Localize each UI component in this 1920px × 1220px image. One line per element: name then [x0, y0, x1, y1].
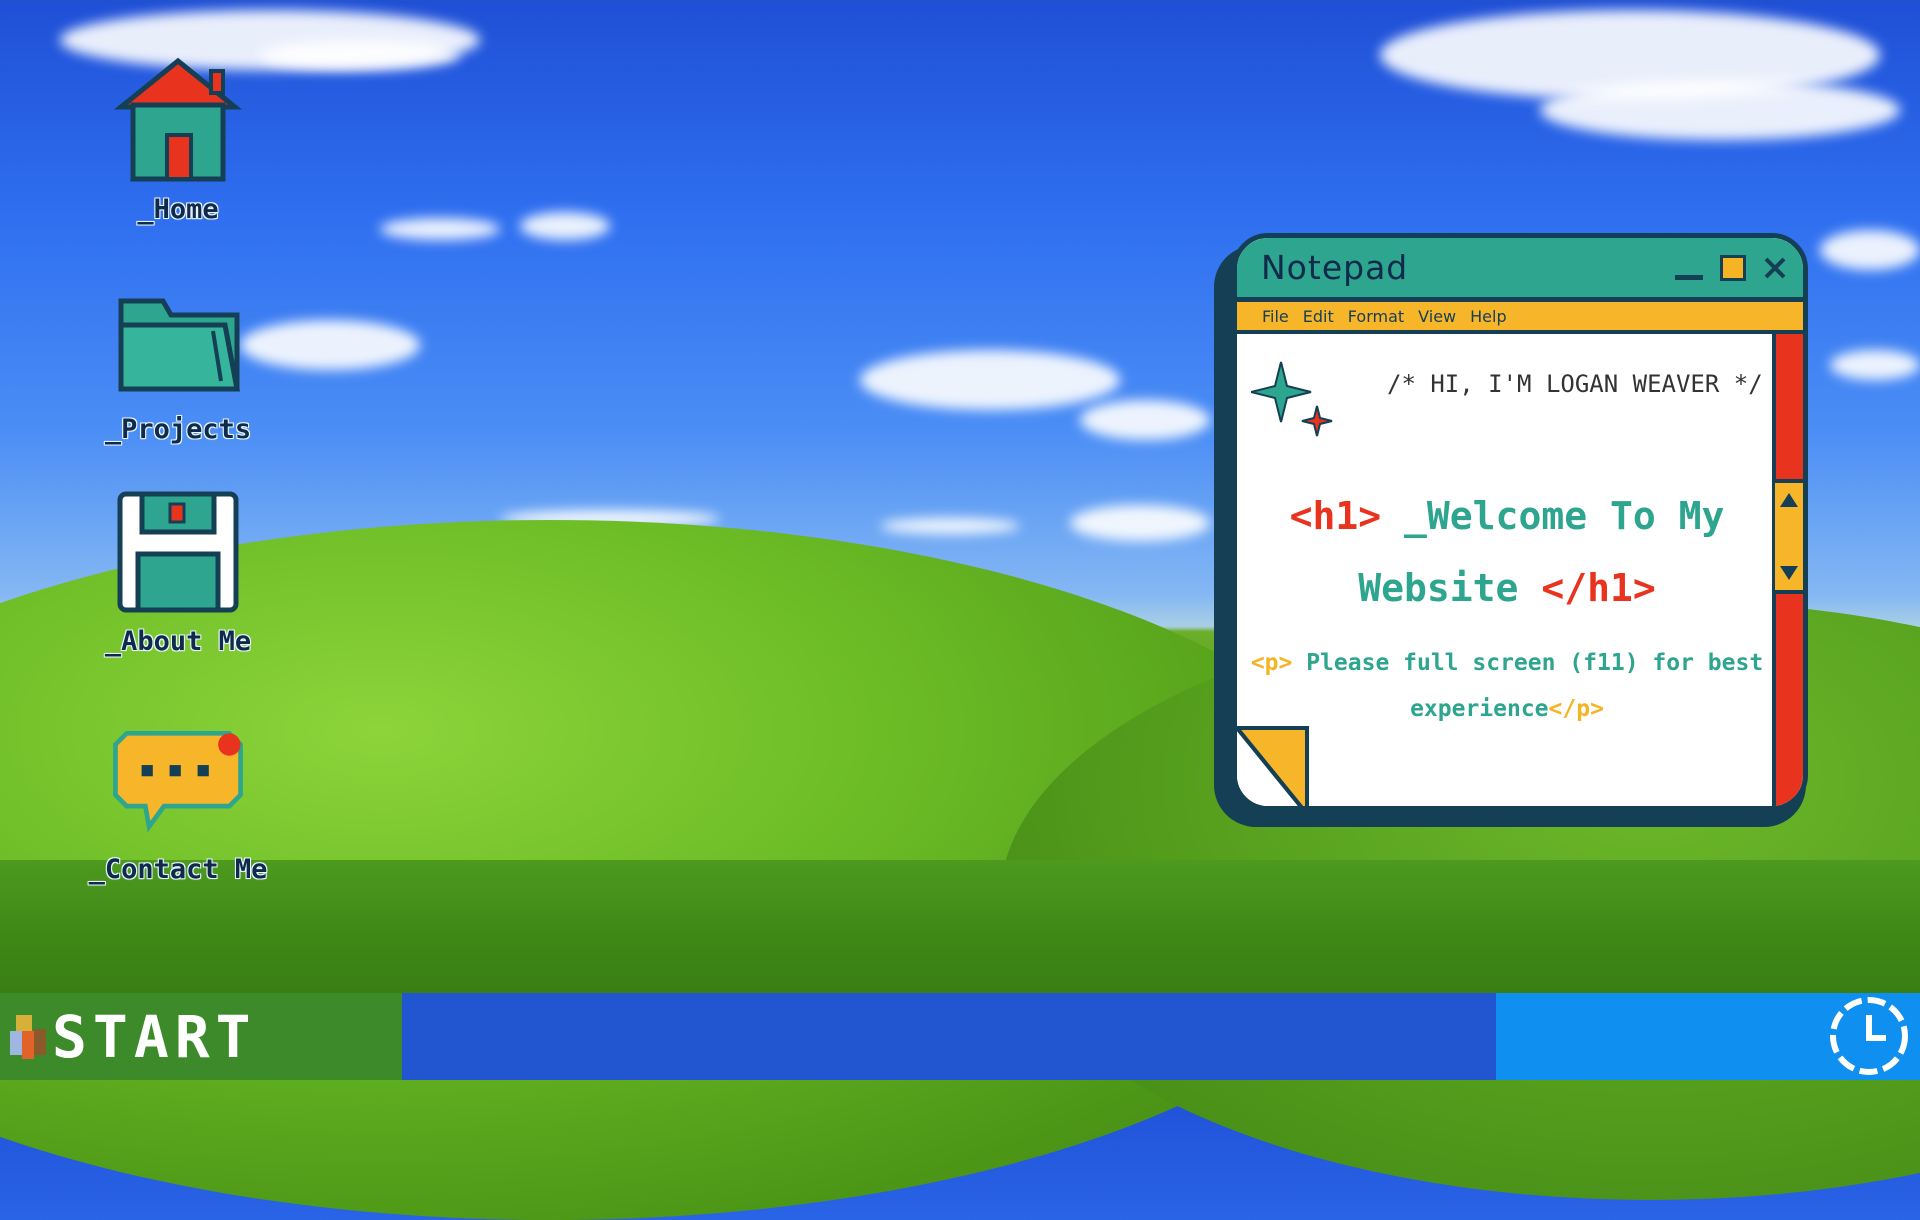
menu-help[interactable]: Help — [1470, 307, 1506, 326]
maximize-button[interactable] — [1719, 254, 1747, 282]
system-tray — [1496, 993, 1920, 1080]
desktop-icon-about-me[interactable]: _About Me — [88, 482, 268, 657]
minimize-icon — [1675, 274, 1703, 280]
vertical-scrollbar[interactable] — [1772, 334, 1803, 806]
desktop-icon-label: _Projects — [104, 414, 252, 445]
floppy-disk-icon — [108, 482, 248, 622]
close-button[interactable] — [1761, 254, 1789, 282]
paragraph-text-2: experience — [1410, 696, 1549, 722]
h1-open-tag: <h1> — [1289, 494, 1382, 538]
page-fold-icon — [1237, 726, 1309, 806]
window-title: Notepad — [1261, 248, 1409, 287]
notepad-window: Notepad File Edit Format View Help /* HI… — [1232, 233, 1808, 811]
menu-edit[interactable]: Edit — [1303, 307, 1334, 326]
paragraph-line-1: <p> Please full screen (f11) for best — [1237, 650, 1777, 676]
maximize-icon — [1720, 255, 1746, 281]
house-icon — [108, 50, 248, 190]
scroll-down-arrow-icon[interactable] — [1780, 566, 1798, 580]
p-open-tag: <p> — [1250, 650, 1293, 676]
clock-icon[interactable] — [1828, 995, 1910, 1077]
desktop-icon-label: _About Me — [104, 626, 252, 657]
code-comment: /* HI, I'M LOGAN WEAVER */ — [1387, 370, 1763, 398]
menu-format[interactable]: Format — [1348, 307, 1404, 326]
folder-icon — [108, 270, 248, 410]
paragraph-line-2: experience</p> — [1237, 696, 1777, 722]
heading-line-2: Website </h1> — [1237, 566, 1777, 610]
minimize-button[interactable] — [1675, 254, 1703, 282]
scrollbar-thumb[interactable] — [1775, 479, 1803, 594]
h1-close-tag: </h1> — [1541, 566, 1656, 610]
menu-view[interactable]: View — [1418, 307, 1456, 326]
desktop-icon-label: _Contact Me — [88, 854, 268, 885]
heading-text-2: Website — [1358, 566, 1542, 610]
desktop-icon-home[interactable]: _Home — [88, 50, 268, 225]
notepad-title-bar[interactable]: Notepad — [1237, 238, 1803, 302]
menu-bar: File Edit Format View Help — [1237, 302, 1803, 334]
p-close-tag: </p> — [1548, 696, 1604, 722]
desktop-icon-projects[interactable]: _Projects — [88, 270, 268, 445]
paragraph-text-1: Please full screen (f11) for best — [1292, 650, 1764, 676]
start-label: START — [52, 1002, 257, 1071]
close-icon — [1764, 257, 1786, 279]
desktop-icon-contact-me[interactable]: _Contact Me — [88, 710, 268, 885]
start-button[interactable]: START — [0, 993, 402, 1080]
menu-file[interactable]: File — [1262, 307, 1289, 326]
notepad-text-area[interactable]: /* HI, I'M LOGAN WEAVER */ <h1> _Welcome… — [1237, 334, 1777, 806]
sparkle-icon — [1251, 361, 1333, 437]
taskbar: START — [0, 993, 1920, 1080]
chat-bubble-icon — [108, 710, 248, 850]
windows-logo-icon — [10, 1015, 46, 1059]
desktop-icon-label: _Home — [137, 194, 219, 225]
scroll-up-arrow-icon[interactable] — [1780, 493, 1798, 507]
heading-text-1: _Welcome To My — [1381, 494, 1725, 538]
heading-line-1: <h1> _Welcome To My — [1237, 494, 1777, 538]
